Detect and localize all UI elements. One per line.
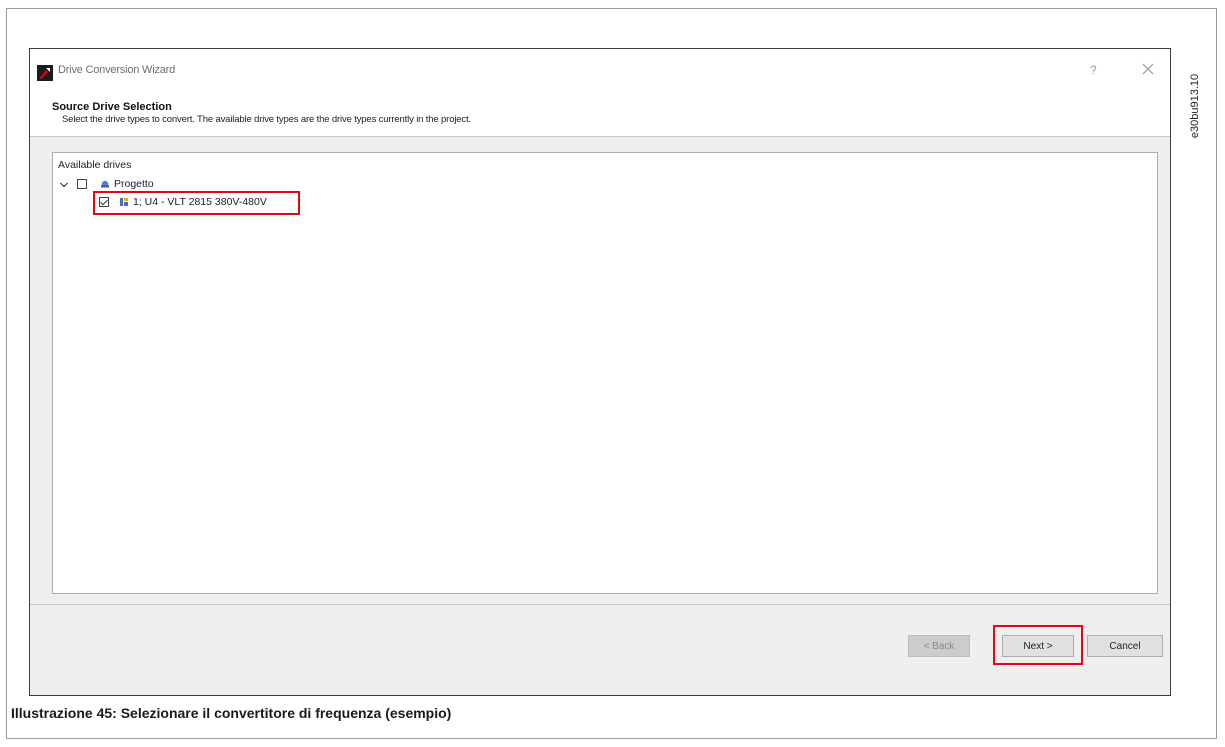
help-button[interactable]: ? xyxy=(1090,63,1097,77)
cancel-button[interactable]: Cancel xyxy=(1087,635,1163,657)
figure-caption: Illustrazione 45: Selezionare il convert… xyxy=(11,705,452,721)
title-bar: Drive Conversion Wizard ? xyxy=(30,49,1170,93)
document-reference-code: e30bu913.10 xyxy=(1185,56,1205,156)
wizard-header: Source Drive Selection Select the drive … xyxy=(30,93,1170,135)
available-drives-panel: Available drives Progetto 1; U4 - VLT 28… xyxy=(52,152,1158,594)
tree-item-label: Progetto xyxy=(114,178,154,190)
available-drives-label: Available drives xyxy=(58,159,132,171)
page-description: Select the drive types to convert. The a… xyxy=(62,114,472,125)
app-logo-icon xyxy=(37,65,53,81)
reference-code-text: e30bu913.10 xyxy=(1189,73,1201,139)
close-icon[interactable] xyxy=(1140,61,1156,77)
drive-conversion-wizard-dialog: Drive Conversion Wizard ? Source Drive S… xyxy=(29,48,1171,696)
chevron-down-icon[interactable] xyxy=(59,180,69,190)
next-highlight-box xyxy=(993,625,1083,665)
back-button[interactable]: < Back xyxy=(908,635,970,657)
wizard-body: Available drives Progetto 1; U4 - VLT 28… xyxy=(30,136,1170,607)
wizard-footer: < Back Next > Cancel xyxy=(30,604,1170,695)
page-title: Source Drive Selection xyxy=(52,101,172,113)
project-checkbox[interactable] xyxy=(77,179,87,189)
drive-highlight-box xyxy=(93,191,300,215)
window-title: Drive Conversion Wizard xyxy=(58,64,176,76)
project-icon xyxy=(101,180,109,188)
